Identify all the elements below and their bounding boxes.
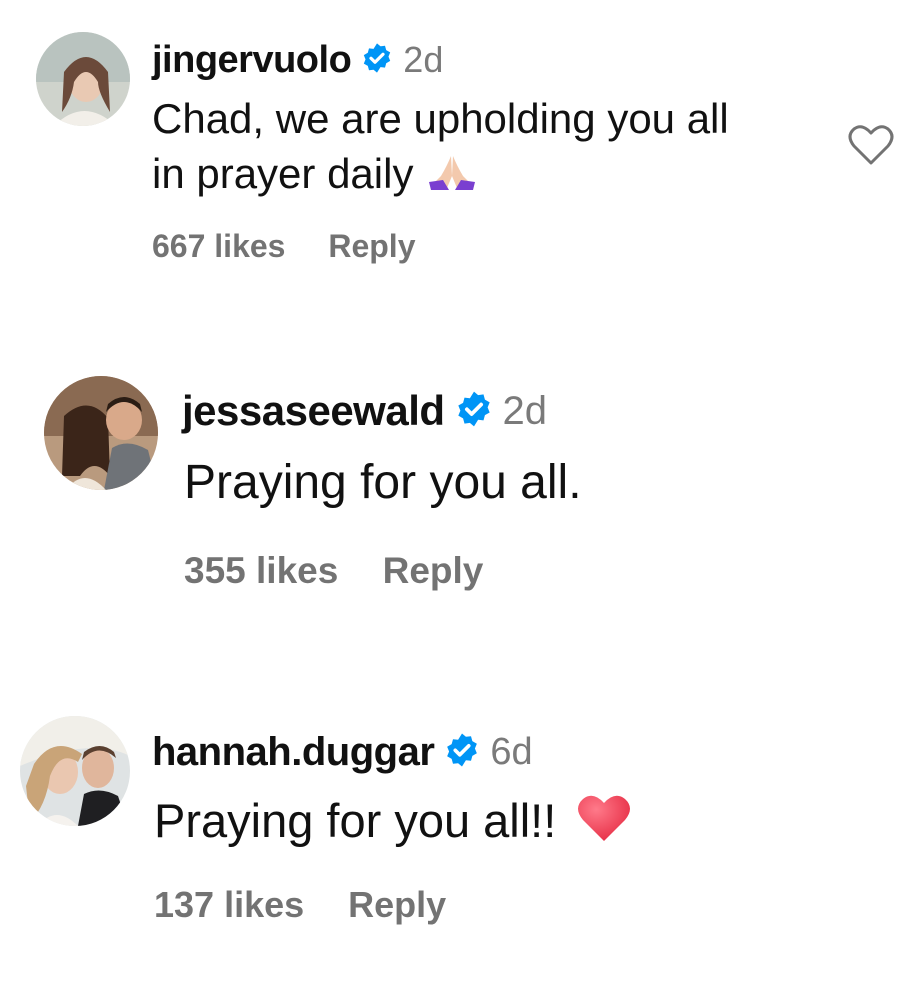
verified-badge-icon [455,390,493,433]
red-heart-icon [576,793,632,857]
praying-hands-icon [427,149,477,204]
comment-text: Chad, we are upholding you all in prayer… [152,92,729,204]
comment-time: 2d [502,388,548,433]
like-count[interactable]: 355 likes [184,550,338,591]
avatar[interactable] [20,716,130,826]
comment-text: Praying for you all!! [154,790,632,857]
like-heart-icon[interactable] [848,124,894,171]
reply-button[interactable]: Reply [328,228,415,264]
comment-time: 6d [490,730,533,773]
reply-button[interactable]: Reply [383,550,484,591]
verified-badge-icon [361,42,393,79]
like-count[interactable]: 667 likes [152,228,285,264]
comment-text-line: Praying for you all!! [154,794,557,847]
username[interactable]: hannah.duggar [152,730,435,775]
comment-text-line: in prayer daily [152,149,414,197]
comment-text-line: Praying for you all. [184,456,582,509]
comment-time: 2d [403,39,444,80]
like-count[interactable]: 137 likes [154,884,304,925]
username[interactable]: jessaseewald [182,387,445,435]
verified-badge-icon [444,732,480,773]
comment-text: Praying for you all. [184,452,582,514]
comment-text-line: Chad, we are upholding you all [152,95,729,142]
reply-button[interactable]: Reply [348,884,446,925]
avatar[interactable] [44,376,158,490]
avatar[interactable] [36,32,130,126]
username[interactable]: jingervuolo [152,39,352,82]
